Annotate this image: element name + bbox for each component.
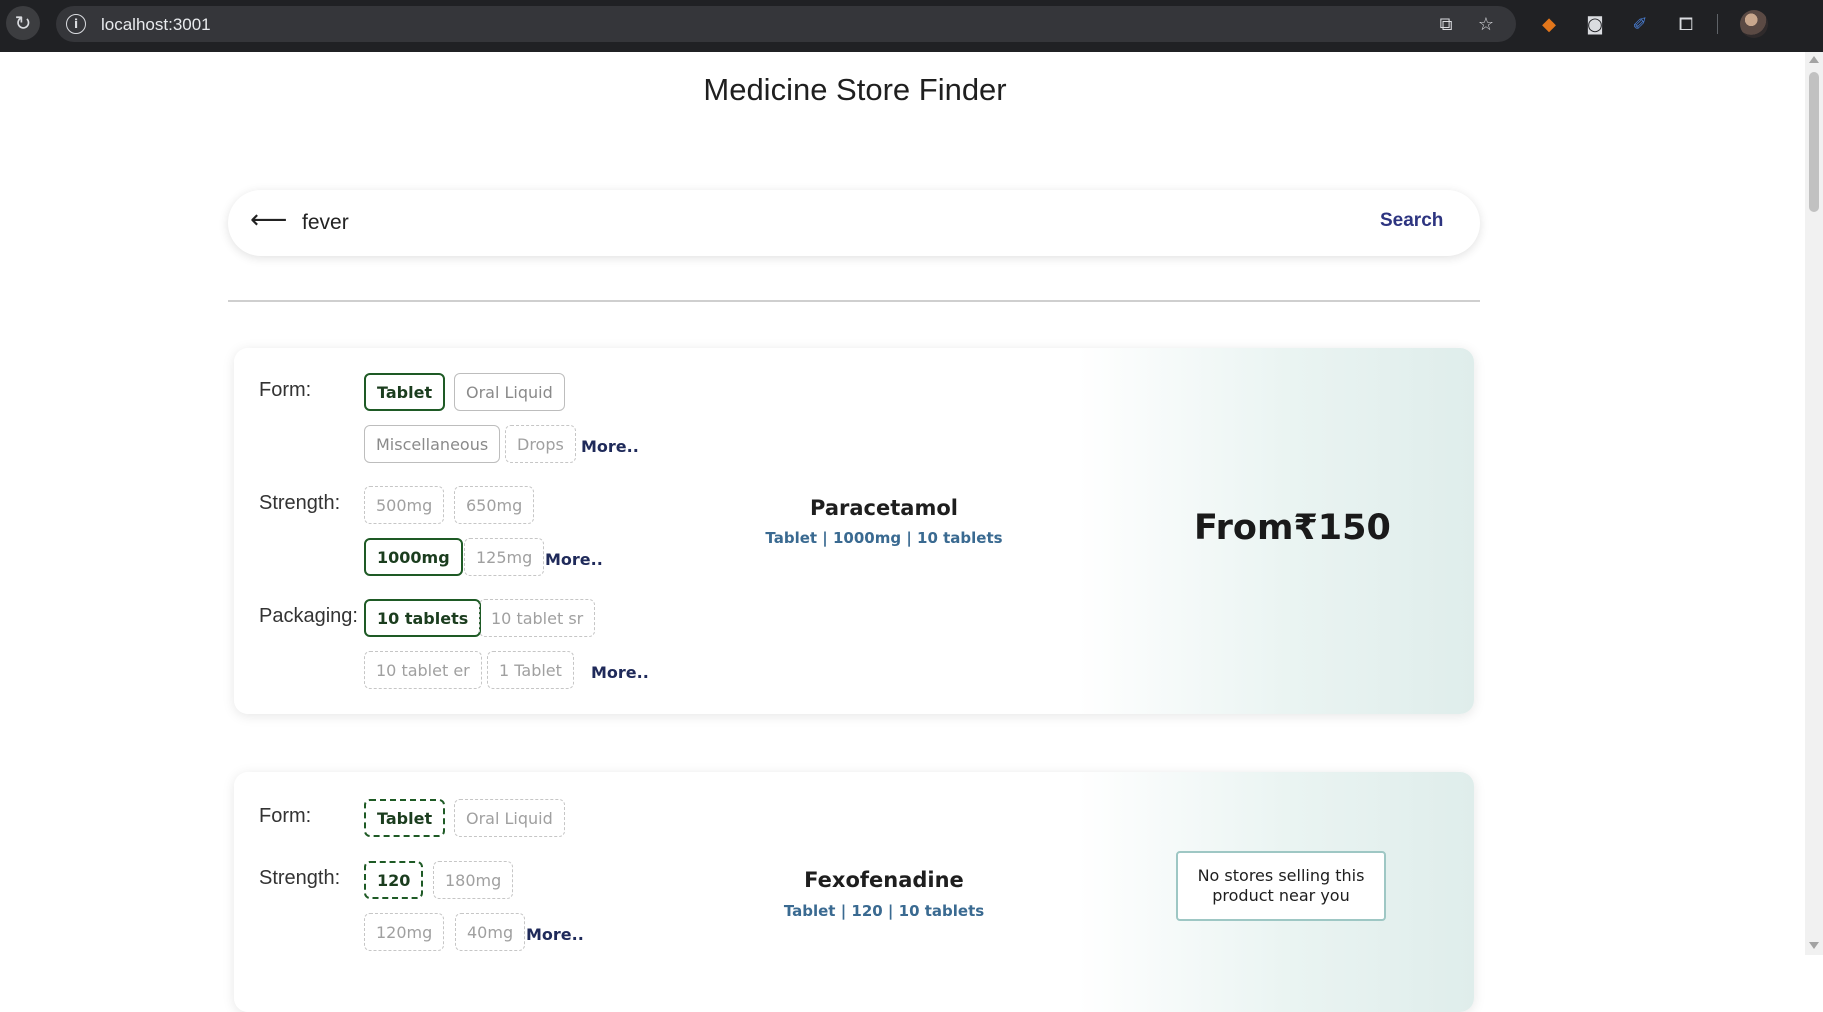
form-option-oral-liquid[interactable]: Oral Liquid: [454, 799, 565, 837]
profile-avatar[interactable]: [1740, 10, 1768, 38]
strength-option-1000mg[interactable]: 1000mg: [364, 538, 463, 576]
packaging-option-10-tablet-sr[interactable]: 10 tablet sr: [479, 599, 596, 637]
metamask-extension-icon[interactable]: ◆: [1537, 12, 1561, 36]
product-card-fexofenadine[interactable]: Form: Tablet Oral Liquid Strength: 120 1…: [234, 772, 1474, 1012]
product-name: Fexofenadine: [804, 868, 964, 892]
install-app-icon[interactable]: ⧉: [1434, 12, 1458, 36]
product-meta: Tablet | 1000mg | 10 tablets: [765, 529, 1003, 547]
strength-option-650mg[interactable]: 650mg: [454, 486, 535, 524]
form-label: Form:: [259, 805, 312, 827]
toolbar-separator: [1717, 14, 1718, 34]
camera-extension-icon[interactable]: ◙: [1583, 12, 1607, 36]
strength-option-40mg[interactable]: 40mg: [455, 913, 526, 951]
form-option-drops[interactable]: Drops: [505, 425, 576, 463]
divider: [228, 300, 1480, 302]
scrollbar-thumb[interactable]: [1809, 72, 1819, 212]
extensions-puzzle-icon[interactable]: ⧠: [1674, 12, 1698, 36]
bookmark-star-icon[interactable]: ☆: [1474, 12, 1498, 36]
form-more-link[interactable]: More..: [581, 437, 639, 456]
price: From₹150: [1194, 508, 1391, 548]
packaging-more-link[interactable]: More..: [591, 663, 649, 682]
reload-icon[interactable]: ↻: [6, 6, 40, 40]
strength-more-link[interactable]: More..: [526, 925, 584, 944]
product-name: Paracetamol: [810, 496, 958, 520]
strength-label: Strength:: [259, 492, 341, 514]
strength-option-120mg[interactable]: 120mg: [364, 913, 445, 951]
packaging-label: Packaging:: [259, 605, 358, 627]
packaging-option-10-tablet-er[interactable]: 10 tablet er: [364, 651, 482, 689]
scroll-down-icon[interactable]: [1809, 942, 1819, 949]
packaging-option-1-tablet[interactable]: 1 Tablet: [487, 651, 574, 689]
search-input[interactable]: [302, 204, 1302, 242]
form-option-oral-liquid[interactable]: Oral Liquid: [454, 373, 565, 411]
back-arrow-icon[interactable]: ⟵: [250, 205, 287, 235]
packaging-option-10-tablets[interactable]: 10 tablets: [364, 599, 482, 637]
browser-toolbar: ↻ i localhost:3001 ⧉ ☆ ◆ ◙ ✐ ⧠: [0, 0, 1823, 52]
strength-option-120[interactable]: 120: [364, 861, 424, 899]
strength-more-link[interactable]: More..: [545, 550, 603, 569]
page-content: Medicine Store Finder ⟵ Search Form: Tab…: [0, 52, 1805, 1012]
product-meta: Tablet | 120 | 10 tablets: [783, 902, 985, 920]
address-bar[interactable]: i localhost:3001: [56, 6, 1516, 42]
product-card-paracetamol[interactable]: Form: Tablet Oral Liquid Miscellaneous D…: [234, 348, 1474, 714]
form-label: Form:: [259, 379, 312, 401]
strength-label: Strength:: [259, 867, 341, 889]
pin-extension-icon[interactable]: ✐: [1628, 12, 1652, 36]
strength-option-125mg[interactable]: 125mg: [464, 538, 545, 576]
no-stores-notice: No stores selling this product near you: [1176, 851, 1386, 921]
page-scrollbar[interactable]: [1805, 52, 1823, 955]
form-option-miscellaneous[interactable]: Miscellaneous: [364, 425, 501, 463]
strength-option-180mg[interactable]: 180mg: [433, 861, 514, 899]
strength-option-500mg[interactable]: 500mg: [364, 486, 445, 524]
search-button[interactable]: Search: [1380, 210, 1443, 232]
page-title: Medicine Store Finder: [703, 72, 1007, 107]
url-text: localhost:3001: [101, 15, 211, 34]
scroll-up-icon[interactable]: [1809, 56, 1819, 63]
form-option-tablet[interactable]: Tablet: [364, 373, 446, 411]
site-info-icon[interactable]: i: [66, 14, 86, 34]
search-bar: ⟵ Search: [228, 190, 1480, 256]
form-option-tablet[interactable]: Tablet: [364, 799, 446, 837]
